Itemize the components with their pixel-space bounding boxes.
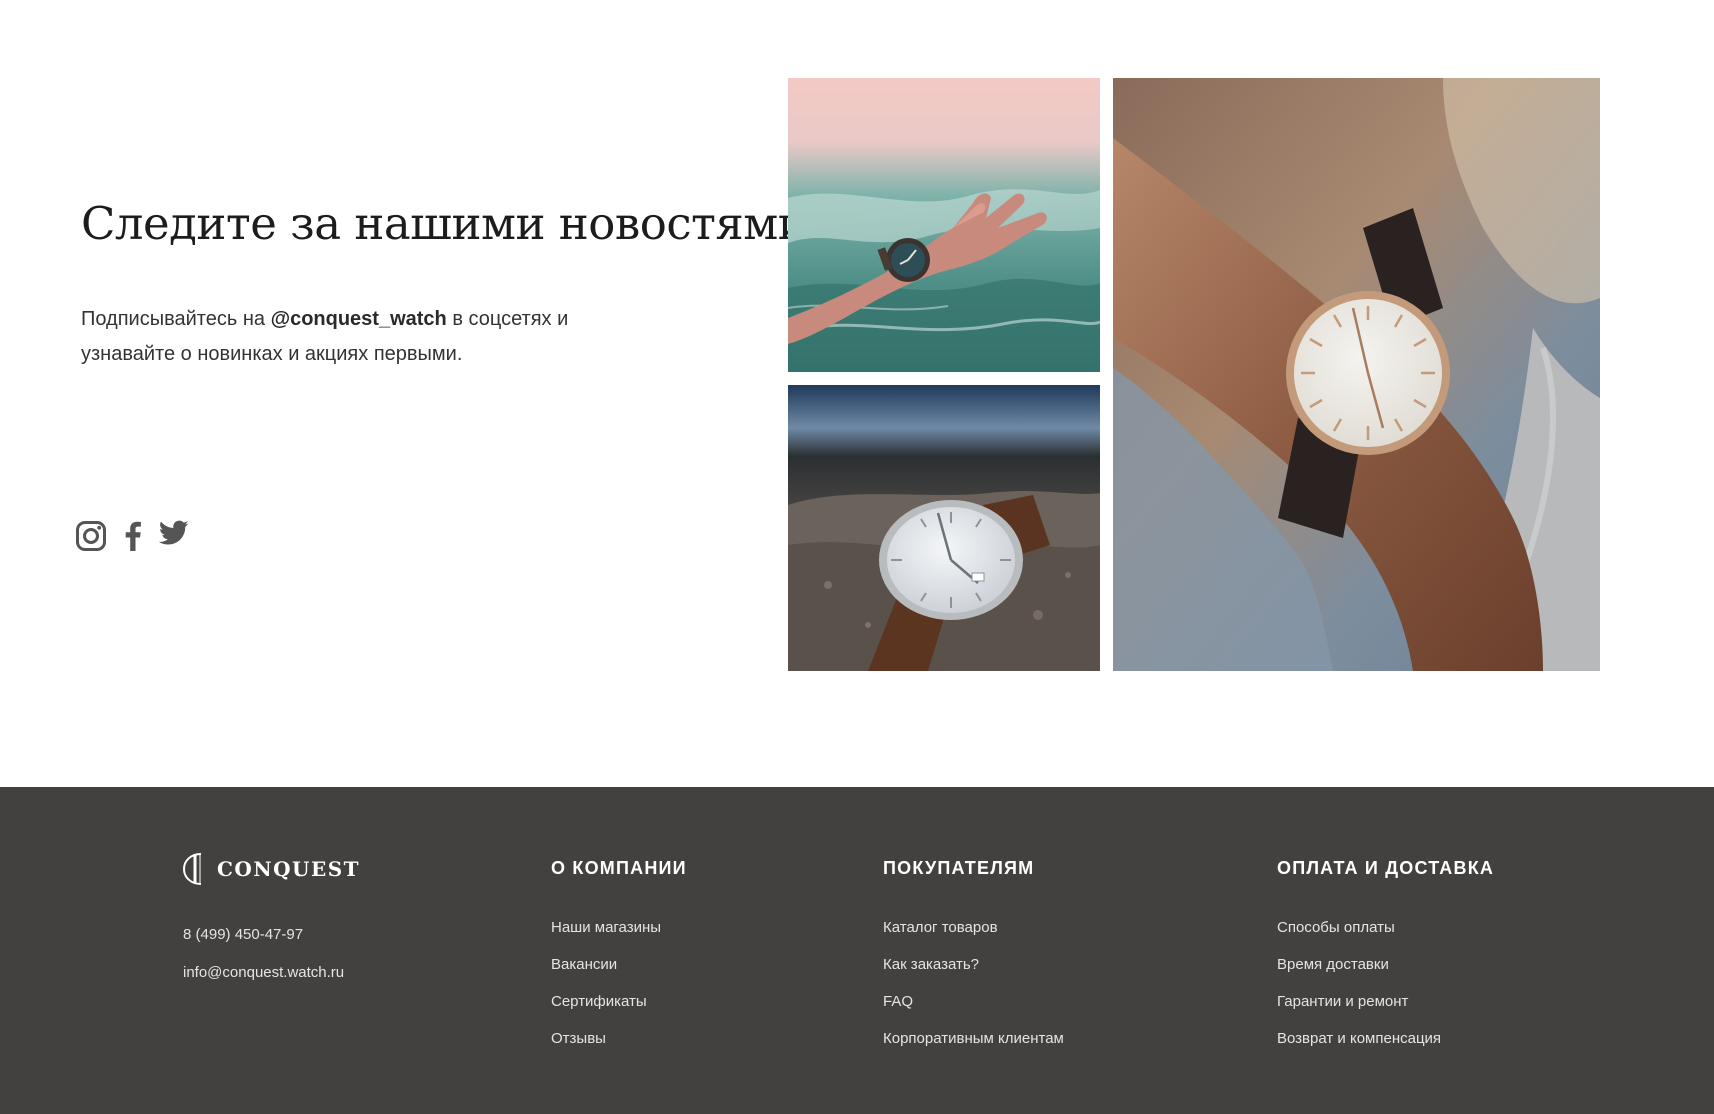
footer-links: Наши магазины Вакансии Сертификаты Отзыв… xyxy=(551,919,687,1048)
photo-watch-on-rock xyxy=(788,385,1100,671)
footer-link-vacancies[interactable]: Вакансии xyxy=(551,956,687,974)
instagram-link[interactable] xyxy=(75,520,107,552)
site-footer: CONQUEST 8 (499) 450-47-97 info@conquest… xyxy=(0,787,1714,1114)
footer-link-stores[interactable]: Наши магазины xyxy=(551,919,687,937)
footer-link-faq[interactable]: FAQ xyxy=(883,993,1064,1011)
facebook-icon xyxy=(125,521,141,551)
news-text-before: Подписывайтесь на xyxy=(81,308,271,330)
logo-text: CONQUEST xyxy=(217,857,361,881)
instagram-handle: @conquest_watch xyxy=(270,308,447,330)
footer-column-payment: ОПЛАТА И ДОСТАВКА Способы оплаты Время д… xyxy=(1277,858,1494,1067)
facebook-link[interactable] xyxy=(123,521,143,551)
photo-watch-on-wrist xyxy=(1113,78,1600,671)
footer-link-returns[interactable]: Возврат и компенсация xyxy=(1277,1030,1494,1048)
footer-links: Каталог товаров Как заказать? FAQ Корпор… xyxy=(883,919,1064,1048)
footer-logo[interactable]: CONQUEST xyxy=(181,852,360,886)
footer-column-title: О КОМПАНИИ xyxy=(551,858,687,878)
footer-link-corporate[interactable]: Корпоративным клиентам xyxy=(883,1030,1064,1048)
footer-phone-link[interactable]: 8 (499) 450-47-97 xyxy=(183,926,303,943)
footer-links: Способы оплаты Время доставки Гарантии и… xyxy=(1277,919,1494,1048)
footer-link-certificates[interactable]: Сертификаты xyxy=(551,993,687,1011)
logo-mark-icon xyxy=(182,853,202,885)
news-section: Следите за нашими новостями Подписывайте… xyxy=(0,0,1714,787)
social-links xyxy=(75,520,189,552)
footer-link-payment-methods[interactable]: Способы оплаты xyxy=(1277,919,1494,937)
twitter-icon xyxy=(159,520,189,545)
footer-link-how-to-order[interactable]: Как заказать? xyxy=(883,956,1064,974)
photo-hand-in-sea xyxy=(788,78,1100,372)
footer-link-delivery-time[interactable]: Время доставки xyxy=(1277,956,1494,974)
footer-column-buyers: ПОКУПАТЕЛЯМ Каталог товаров Как заказать… xyxy=(883,858,1064,1067)
footer-email-link[interactable]: info@conquest.watch.ru xyxy=(183,964,344,981)
footer-column-company: О КОМПАНИИ Наши магазины Вакансии Сертиф… xyxy=(551,858,687,1067)
twitter-link[interactable] xyxy=(159,520,189,546)
footer-column-title: ПОКУПАТЕЛЯМ xyxy=(883,858,1035,878)
news-description: Подписывайтесь на @conquest_watch в соцс… xyxy=(81,302,641,372)
footer-link-catalog[interactable]: Каталог товаров xyxy=(883,919,1064,937)
footer-link-reviews[interactable]: Отзывы xyxy=(551,1030,687,1048)
footer-column-title: ОПЛАТА И ДОСТАВКА xyxy=(1277,858,1495,878)
footer-link-warranty[interactable]: Гарантии и ремонт xyxy=(1277,993,1494,1011)
instagram-icon xyxy=(76,521,106,551)
news-title: Следите за нашими новостями xyxy=(81,197,808,250)
